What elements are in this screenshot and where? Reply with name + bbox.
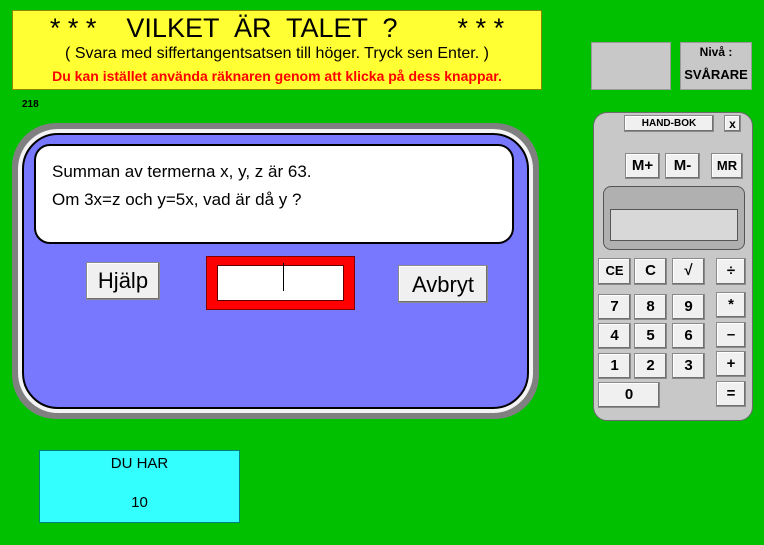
digit-4-button[interactable]: 4: [598, 323, 631, 349]
memory-recall-button[interactable]: MR: [711, 153, 743, 179]
status-box: [591, 42, 671, 90]
calculator-close-button[interactable]: x: [724, 115, 741, 132]
level-label: Nivå :: [699, 45, 733, 59]
clear-entry-button[interactable]: CE: [598, 258, 631, 285]
answer-input[interactable]: [217, 265, 344, 301]
digit-3-button[interactable]: 3: [672, 353, 705, 379]
memory-plus-button[interactable]: M+: [625, 153, 660, 179]
digit-7-button[interactable]: 7: [598, 294, 631, 320]
sqrt-button[interactable]: √: [672, 258, 705, 285]
question-box: Summan av termerna x, y, z är 63. Om 3x=…: [34, 144, 514, 244]
help-button[interactable]: Hjälp: [86, 262, 160, 300]
title-banner: * * * VILKET ÄR TALET ? * * * ( Svara me…: [12, 10, 542, 90]
digit-9-button[interactable]: 9: [672, 294, 705, 320]
score-label: DU HAR: [110, 455, 169, 472]
equals-button[interactable]: =: [716, 381, 746, 407]
memory-minus-button[interactable]: M-: [665, 153, 700, 179]
calculator-display-frame: [603, 186, 745, 250]
calculator-display: [610, 209, 738, 241]
score-box: DU HAR 10: [39, 450, 240, 523]
text-caret: [283, 263, 284, 291]
multiply-button[interactable]: *: [716, 292, 746, 318]
digit-8-button[interactable]: 8: [634, 294, 667, 320]
handbook-button[interactable]: HAND-BOK: [624, 115, 714, 132]
digit-1-button[interactable]: 1: [598, 353, 631, 379]
question-line-1: Summan av termerna x, y, z är 63.: [52, 162, 312, 181]
cancel-button[interactable]: Avbryt: [398, 265, 488, 303]
calculator-hint: Du kan istället använda räknaren genom a…: [52, 68, 502, 84]
score-value: 10: [131, 494, 148, 511]
plus-button[interactable]: +: [716, 351, 746, 377]
question-counter: 218: [22, 99, 39, 110]
digit-0-button[interactable]: 0: [598, 382, 660, 408]
level-value: SVÅRARE: [684, 67, 748, 82]
minus-button[interactable]: –: [716, 322, 746, 348]
level-box: Nivå : SVÅRARE: [680, 42, 752, 90]
divide-button[interactable]: ÷: [716, 258, 746, 285]
page-title: * * * VILKET ÄR TALET ? * * *: [49, 13, 505, 43]
instructions-text: ( Svara med siffertangentsatsen till hög…: [65, 45, 489, 62]
digit-6-button[interactable]: 6: [672, 323, 705, 349]
digit-5-button[interactable]: 5: [634, 323, 667, 349]
question-line-2: Om 3x=z och y=5x, vad är då y ?: [52, 190, 302, 209]
clear-button[interactable]: C: [634, 258, 667, 285]
answer-frame: [206, 256, 355, 310]
digit-2-button[interactable]: 2: [634, 353, 667, 379]
